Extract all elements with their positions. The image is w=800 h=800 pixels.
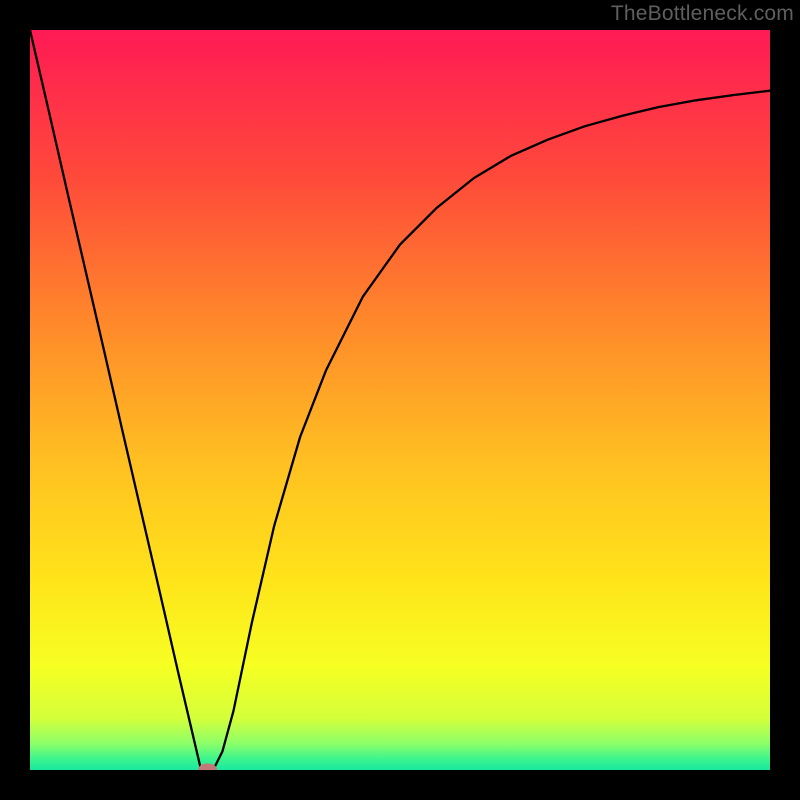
gradient-background xyxy=(30,30,770,770)
plot-area xyxy=(30,30,770,770)
chart-svg xyxy=(30,30,770,770)
chart-stage: TheBottleneck.com xyxy=(0,0,800,800)
watermark-text: TheBottleneck.com xyxy=(611,2,794,26)
